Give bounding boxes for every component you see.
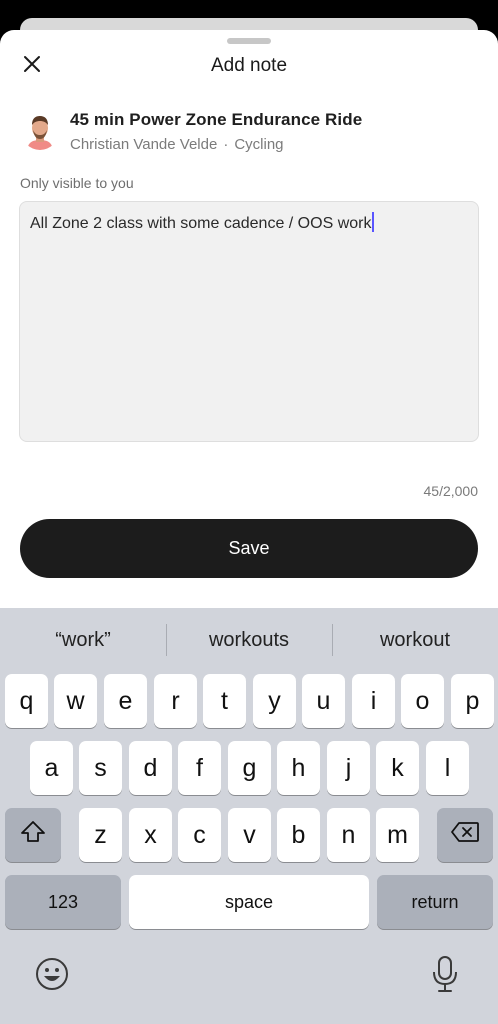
suggestion-item[interactable]: “work” xyxy=(0,608,166,672)
key-l[interactable]: l xyxy=(426,741,469,795)
suggestion-item[interactable]: workout xyxy=(332,608,498,672)
emoji-icon xyxy=(34,958,70,996)
key-o[interactable]: o xyxy=(401,674,444,728)
meta-separator: · xyxy=(223,136,229,153)
note-textarea[interactable]: All Zone 2 class with some cadence / OOS… xyxy=(19,201,479,442)
key-e[interactable]: e xyxy=(104,674,147,728)
key-w[interactable]: w xyxy=(54,674,97,728)
backspace-icon xyxy=(450,821,480,850)
instructor-avatar xyxy=(21,112,59,150)
key-k[interactable]: k xyxy=(376,741,419,795)
class-category: Cycling xyxy=(234,136,284,153)
key-a[interactable]: a xyxy=(30,741,73,795)
key-x[interactable]: x xyxy=(129,808,172,862)
instructor-name: Christian Vande Velde xyxy=(70,136,218,153)
key-y[interactable]: y xyxy=(253,674,296,728)
suggestion-bar: “work” workouts workout xyxy=(0,608,498,672)
text-caret xyxy=(372,212,375,232)
class-title: 45 min Power Zone Endurance Ride xyxy=(70,110,363,129)
key-t[interactable]: t xyxy=(203,674,246,728)
suggestion-item[interactable]: workouts xyxy=(166,608,332,672)
return-key[interactable]: return xyxy=(377,875,493,929)
key-j[interactable]: j xyxy=(327,741,370,795)
page-title: Add note xyxy=(210,55,288,76)
key-p[interactable]: p xyxy=(451,674,494,728)
key-h[interactable]: h xyxy=(277,741,320,795)
dictation-button[interactable] xyxy=(430,954,460,994)
note-text: All Zone 2 class with some cadence / OOS… xyxy=(30,215,372,232)
numbers-key[interactable]: 123 xyxy=(5,875,121,929)
key-r[interactable]: r xyxy=(154,674,197,728)
key-n[interactable]: n xyxy=(327,808,370,862)
key-f[interactable]: f xyxy=(178,741,221,795)
key-d[interactable]: d xyxy=(129,741,172,795)
visibility-label: Only visible to you xyxy=(20,175,134,191)
character-counter: 45/2,000 xyxy=(423,483,479,499)
key-i[interactable]: i xyxy=(352,674,395,728)
save-button[interactable]: Save xyxy=(20,519,478,578)
keyboard: “work” workouts workout q w e r t y u i … xyxy=(0,608,498,1024)
shift-key[interactable] xyxy=(5,808,61,862)
key-v[interactable]: v xyxy=(228,808,271,862)
sheet-grabber[interactable] xyxy=(227,38,271,44)
key-z[interactable]: z xyxy=(79,808,122,862)
key-m[interactable]: m xyxy=(376,808,419,862)
microphone-icon xyxy=(430,956,460,998)
emoji-button[interactable] xyxy=(34,956,70,992)
key-s[interactable]: s xyxy=(79,741,122,795)
key-c[interactable]: c xyxy=(178,808,221,862)
backspace-key[interactable] xyxy=(437,808,493,862)
shift-icon xyxy=(20,820,46,851)
key-q[interactable]: q xyxy=(5,674,48,728)
key-u[interactable]: u xyxy=(302,674,345,728)
space-key[interactable]: space xyxy=(129,875,369,929)
key-g[interactable]: g xyxy=(228,741,271,795)
key-b[interactable]: b xyxy=(277,808,320,862)
class-meta: Christian Vande Velde · Cycling xyxy=(70,136,284,153)
